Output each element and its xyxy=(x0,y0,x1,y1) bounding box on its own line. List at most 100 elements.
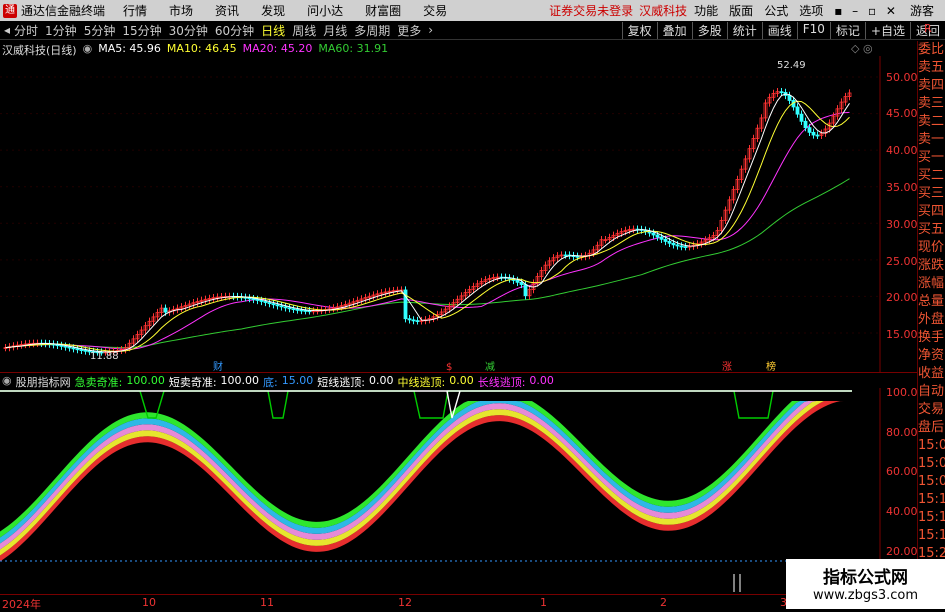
menu-market[interactable]: 市场 xyxy=(169,2,193,19)
sidebar-item[interactable]: 换手 xyxy=(918,329,945,347)
short-sell-line xyxy=(0,390,852,419)
price-tick: 30.00 xyxy=(886,218,918,231)
right-sidebar: 委比 卖五 卖四 卖三 卖二 卖一 买一 买二 买三 买四 买五 现价 涨跌 涨幅 总量 外盘 换手 净资 收益 自动… xyxy=(917,41,945,609)
period-monthly[interactable]: 月线 xyxy=(323,22,347,39)
btn-stats[interactable]: 统计 xyxy=(726,21,762,39)
sidebar-item[interactable]: 15:15 xyxy=(918,509,945,527)
high-price-label: 52.49 xyxy=(777,60,806,71)
candle-body xyxy=(663,238,668,242)
btn-draw[interactable]: 画线 xyxy=(761,21,797,39)
period-30min[interactable]: 30分钟 xyxy=(169,22,208,39)
menu-function[interactable]: 功能 xyxy=(694,2,718,19)
period-1min[interactable]: 1分钟 xyxy=(45,22,77,39)
candle-body xyxy=(67,346,72,349)
x-label: 1 xyxy=(540,596,547,609)
user-label[interactable]: 游客 xyxy=(910,2,934,19)
indicator-chart[interactable] xyxy=(0,388,917,594)
sidebar-item[interactable]: 净资 xyxy=(918,347,945,365)
sidebar-item[interactable]: 卖三 xyxy=(918,95,945,113)
menu-options[interactable]: 选项 xyxy=(799,2,823,19)
period-5min[interactable]: 5分钟 xyxy=(84,22,116,39)
sidebar-item[interactable]: 卖一 xyxy=(918,131,945,149)
period-15min[interactable]: 15分钟 xyxy=(122,22,161,39)
sidebar-item[interactable]: 盘后 xyxy=(918,419,945,437)
btn-f10[interactable]: F10 xyxy=(796,21,830,39)
ind-tick: 100.0 xyxy=(886,386,918,399)
candle-body xyxy=(275,304,280,307)
sidebar-item[interactable]: 现价 xyxy=(918,239,945,257)
sidebar-item[interactable]: 15:00 xyxy=(918,455,945,473)
menu-discover[interactable]: 发现 xyxy=(261,2,285,19)
btn-adjust[interactable]: 复权 xyxy=(621,21,657,39)
x-axis-line xyxy=(0,594,917,595)
sidebar-item[interactable]: 15:00 xyxy=(918,473,945,491)
sidebar-item[interactable]: 卖四 xyxy=(918,77,945,95)
sidebar-item[interactable]: 买五 xyxy=(918,221,945,239)
sidebar-item[interactable]: 卖二 xyxy=(918,113,945,131)
sidebar-item[interactable]: 涨跌 xyxy=(918,257,945,275)
btn-add-favorite[interactable]: +自选 xyxy=(864,21,910,39)
sidebar-item[interactable]: 买二 xyxy=(918,167,945,185)
sidebar-item[interactable]: 委比 xyxy=(918,41,945,59)
period-tick[interactable]: 分时 xyxy=(14,22,38,39)
sidebar-item[interactable]: 买四 xyxy=(918,203,945,221)
candle-body xyxy=(255,299,260,301)
candle-body xyxy=(779,91,784,94)
period-60min[interactable]: 60分钟 xyxy=(215,22,254,39)
btn-mark[interactable]: 标记 xyxy=(829,21,865,39)
candle-body xyxy=(659,236,664,240)
menu-trade[interactable]: 交易 xyxy=(423,2,447,19)
sidebar-item[interactable]: 卖五 xyxy=(918,59,945,77)
more-arrow-icon[interactable]: › xyxy=(428,23,433,37)
menu-formula[interactable]: 公式 xyxy=(764,2,788,19)
candle-body xyxy=(411,319,416,322)
x-label: 11 xyxy=(260,596,274,609)
menu-quotes[interactable]: 行情 xyxy=(123,2,147,19)
candle-body xyxy=(563,254,568,257)
sidebar-item[interactable]: 15:00 xyxy=(918,437,945,455)
menu-ask[interactable]: 问小达 xyxy=(307,2,343,19)
arrow-left-icon[interactable]: ◂ xyxy=(4,23,10,37)
candle-body xyxy=(667,241,672,244)
period-daily[interactable]: 日线 xyxy=(261,22,285,39)
sidebar-item[interactable]: 收益 xyxy=(918,365,945,383)
window-controls-icon[interactable]: ▪ – ▫ ✕ xyxy=(834,4,899,18)
sidebar-r-toggle[interactable]: R xyxy=(924,22,932,35)
stock-title: 汉威科技 xyxy=(639,4,688,18)
watermark-title: 指标公式网 xyxy=(823,568,908,588)
sidebar-item[interactable]: 15:15 xyxy=(918,527,945,545)
period-multi[interactable]: 多周期 xyxy=(354,22,390,39)
marker-reduce: 减 xyxy=(485,361,495,372)
btn-overlay[interactable]: 叠加 xyxy=(656,21,692,39)
candle-body xyxy=(679,245,684,248)
candle-body xyxy=(655,234,660,238)
sidebar-item[interactable]: 15:11 xyxy=(918,491,945,509)
kline-chart[interactable]: 52.49 11.88 财 $ 减 涨 榜 xyxy=(0,56,917,372)
candle-body xyxy=(515,280,520,283)
btn-multistock[interactable]: 多股 xyxy=(691,21,727,39)
sidebar-item[interactable]: 总量 xyxy=(918,293,945,311)
indicator-band xyxy=(0,401,848,538)
sidebar-item[interactable]: 涨幅 xyxy=(918,275,945,293)
price-tick: 25.00 xyxy=(886,255,918,268)
candle-body xyxy=(651,232,656,236)
menu-news[interactable]: 资讯 xyxy=(215,2,239,19)
panel-settings-icon[interactable]: ◇ ◎ xyxy=(851,42,873,55)
trade-login-notice[interactable]: 证券交易未登录 xyxy=(549,2,633,19)
candle-body xyxy=(523,284,528,297)
price-grid xyxy=(0,76,880,334)
period-more[interactable]: 更多 xyxy=(397,22,421,39)
title-bar: 通 通达信金融终端 行情 市场 资讯 发现 问小达 财富圈 交易 证券交易未登录… xyxy=(0,0,945,21)
sidebar-item[interactable]: 交易 xyxy=(918,401,945,419)
indicator-bands xyxy=(0,401,848,562)
period-weekly[interactable]: 周线 xyxy=(292,22,316,39)
sidebar-item[interactable]: 自动 xyxy=(918,383,945,401)
sidebar-item[interactable]: 买三 xyxy=(918,185,945,203)
panel-divider xyxy=(0,372,917,373)
menu-layout[interactable]: 版面 xyxy=(729,2,753,19)
sidebar-item[interactable]: 外盘 xyxy=(918,311,945,329)
menu-wealth[interactable]: 财富圈 xyxy=(365,2,401,19)
sidebar-item[interactable]: 买一 xyxy=(918,149,945,167)
candle-body xyxy=(575,255,580,258)
price-tick: 45.00 xyxy=(886,107,918,120)
